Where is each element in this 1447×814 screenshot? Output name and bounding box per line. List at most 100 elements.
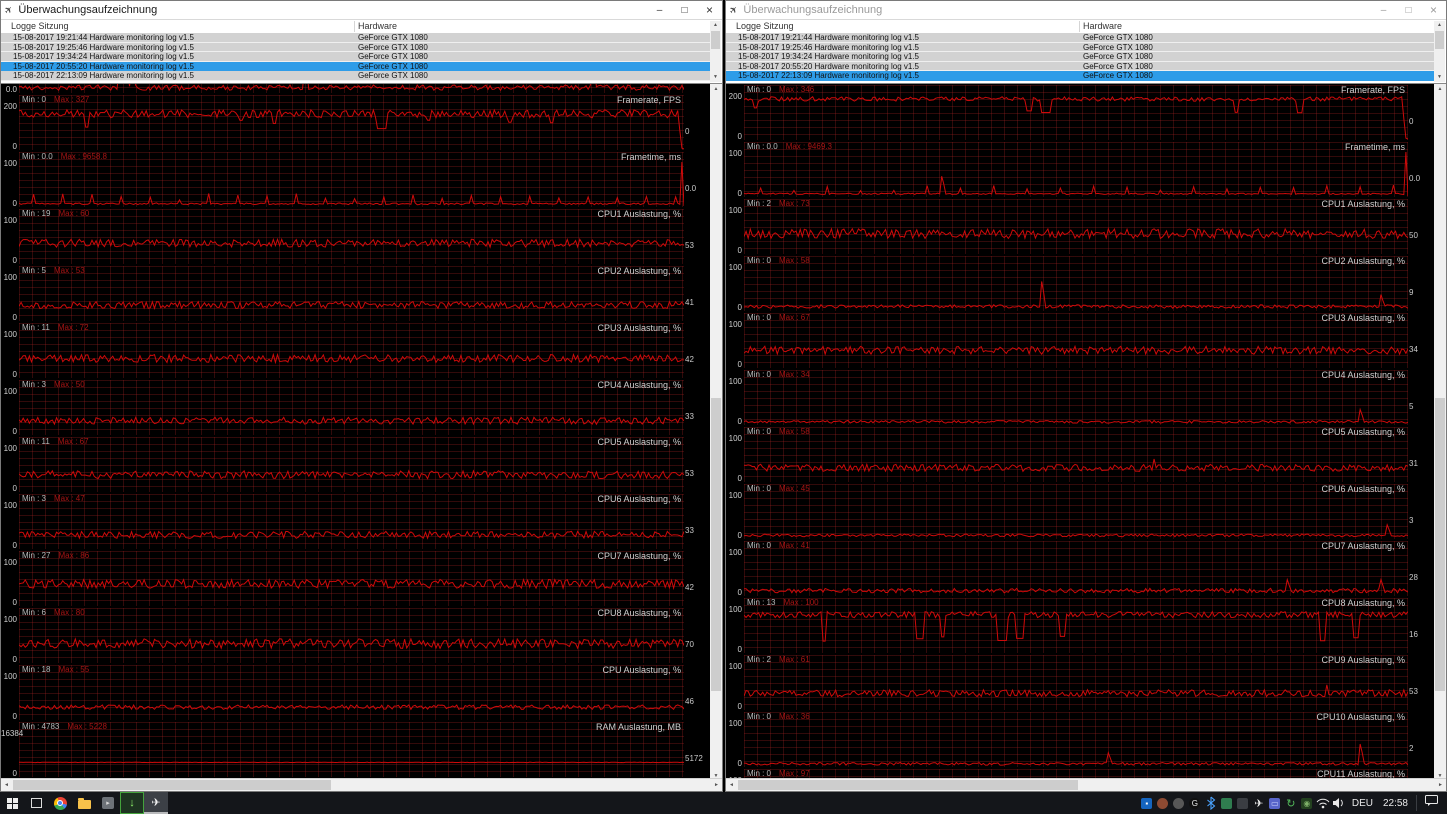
axis-max-label: 100 (728, 548, 742, 557)
chart-title: Framerate, FPS (616, 95, 681, 105)
scroll-down-icon[interactable]: ▼ (710, 73, 721, 82)
max-label: Max : 58 (779, 256, 810, 265)
horizontal-scrollbar[interactable]: ◄ ► (726, 778, 1446, 791)
logitech-g-icon[interactable]: G (1187, 792, 1203, 814)
column-header-session[interactable]: Logge Sitzung (11, 21, 69, 31)
bluetooth-icon[interactable] (1203, 792, 1219, 814)
session-list-header[interactable]: Logge Sitzung Hardware (726, 20, 1434, 34)
scroll-down-icon[interactable]: ▼ (1434, 73, 1445, 82)
column-header-session[interactable]: Logge Sitzung (736, 21, 794, 31)
tray-red-app-icon[interactable] (1155, 792, 1171, 814)
horizontal-scrollbar[interactable]: ◄ ► (1, 778, 722, 791)
current-value: 0.0 (685, 184, 697, 193)
hardware-cell: GeForce GTX 1080 (1083, 33, 1153, 42)
axis-max-label: 200 (3, 102, 17, 111)
max-label: Max : 9658.8 (60, 152, 107, 161)
column-header-hardware[interactable]: Hardware (1083, 21, 1122, 31)
titlebar[interactable]: ✈ Überwachungsaufzeichnung – □ × (726, 1, 1446, 19)
scroll-thumb[interactable] (711, 398, 721, 692)
maximize-button[interactable]: □ (672, 1, 697, 19)
axis-max-label: 100 (728, 491, 742, 500)
session-row[interactable]: 15-08-2017 19:21:44 Hardware monitoring … (726, 33, 1434, 43)
scroll-thumb[interactable] (1435, 398, 1445, 692)
taskbar-app-button[interactable]: ▸ (96, 792, 120, 814)
minimize-button[interactable]: – (647, 1, 672, 19)
taskbar-explorer-button[interactable] (72, 792, 96, 814)
session-row[interactable]: 15-08-2017 19:21:44 Hardware monitoring … (1, 33, 710, 43)
tray-dark-app-icon[interactable] (1235, 792, 1251, 814)
graph-scrollbar[interactable]: ▲ ▼ (1434, 84, 1446, 782)
axis-max-label: 100 (3, 615, 17, 624)
maximize-button[interactable]: □ (1396, 1, 1421, 19)
scroll-up-icon[interactable]: ▲ (1434, 84, 1446, 95)
chart-strip: Min : 6 Max : 80 CPU8 Auslastung, % 100 0 70 (1, 607, 710, 664)
scroll-thumb[interactable] (738, 780, 1078, 790)
minmax-label: Min : 0 Max : 97 (747, 769, 810, 778)
scroll-thumb[interactable] (1435, 31, 1444, 49)
session-cell: 15-08-2017 19:34:24 Hardware monitoring … (13, 52, 195, 62)
taskbar-clock[interactable]: 22:58 (1378, 798, 1413, 809)
chart-title: CPU7 Auslastung, % (1321, 541, 1405, 551)
current-value: 2 (1409, 744, 1414, 753)
minimize-button[interactable]: – (1371, 1, 1396, 19)
axis-min-label: 0 (737, 474, 742, 483)
chart-title: CPU8 Auslastung, % (597, 608, 681, 618)
axis-min-label: 0 (737, 417, 742, 426)
max-label: Max : 67 (57, 437, 89, 446)
graph-scrollbar[interactable]: ▲ ▼ (710, 84, 722, 782)
scroll-up-icon[interactable]: ▲ (1434, 21, 1445, 30)
axis-max-label: 100 (728, 662, 742, 671)
titlebar[interactable]: ✈ Überwachungsaufzeichnung – □ × (1, 1, 722, 19)
column-divider[interactable] (354, 21, 355, 32)
start-button[interactable] (0, 792, 24, 814)
session-row[interactable]: 15-08-2017 19:34:24 Hardware monitoring … (726, 52, 1434, 62)
taskbar-chrome-button[interactable] (48, 792, 72, 814)
max-label: Max : 36 (779, 712, 810, 721)
scroll-right-icon[interactable]: ► (1435, 779, 1446, 791)
tray-monitor-app-icon[interactable]: ▭ (1267, 792, 1283, 814)
tray-nvidia-app-icon[interactable]: ◉ (1299, 792, 1315, 814)
session-list: Logge Sitzung Hardware 15-08-2017 19:21:… (726, 19, 1446, 84)
session-row[interactable]: 15-08-2017 22:13:09 Hardware monitoring … (1, 71, 710, 81)
scroll-left-icon[interactable]: ◄ (726, 779, 737, 791)
session-list-header[interactable]: Logge Sitzung Hardware (1, 20, 710, 34)
sync-icon[interactable]: ↻ (1283, 792, 1299, 814)
session-row[interactable]: 15-08-2017 19:34:24 Hardware monitoring … (1, 52, 710, 62)
close-button[interactable]: × (697, 1, 722, 19)
afterburner-plane-icon[interactable]: ✈ (1251, 792, 1267, 814)
scroll-left-icon[interactable]: ◄ (1, 779, 12, 791)
min-label: Min : 27 (22, 551, 51, 560)
scroll-up-icon[interactable]: ▲ (710, 21, 721, 30)
scroll-thumb[interactable] (711, 31, 720, 49)
axis-min-label: 0 (12, 370, 17, 379)
session-row[interactable]: 15-08-2017 19:25:46 Hardware monitoring … (726, 42, 1434, 53)
action-center-icon[interactable] (1424, 793, 1439, 813)
session-row[interactable]: 15-08-2017 20:55:20 Hardware monitoring … (726, 61, 1434, 72)
network-icon[interactable] (1315, 792, 1331, 814)
language-indicator[interactable]: DEU (1347, 798, 1378, 809)
column-header-hardware[interactable]: Hardware (358, 21, 397, 31)
scroll-right-icon[interactable]: ► (711, 779, 722, 791)
session-row[interactable]: 15-08-2017 20:55:20 Hardware monitoring … (1, 61, 710, 72)
taskbar-download-app-button[interactable]: ↓ (120, 792, 144, 814)
current-value: 70 (685, 640, 694, 649)
scroll-up-icon[interactable]: ▲ (710, 84, 722, 95)
list-scrollbar[interactable]: ▲ ▼ (710, 21, 721, 82)
task-view-button[interactable] (24, 792, 48, 814)
axis-max-label: 100 (728, 434, 742, 443)
chart-plot (19, 722, 684, 777)
taskbar-monitoring-app-button[interactable]: ✈ (144, 792, 168, 814)
list-scrollbar[interactable]: ▲ ▼ (1434, 21, 1445, 82)
close-button[interactable]: × (1421, 1, 1446, 19)
window-title: Überwachungsaufzeichnung (18, 4, 158, 16)
tray-gray-app-icon[interactable] (1171, 792, 1187, 814)
session-row[interactable]: 15-08-2017 22:13:09 Hardware monitoring … (726, 71, 1434, 81)
tray-blue-app-icon[interactable]: ▪ (1139, 792, 1155, 814)
session-row[interactable]: 15-08-2017 19:25:46 Hardware monitoring … (1, 42, 710, 53)
scroll-thumb[interactable] (13, 780, 331, 790)
column-divider[interactable] (1079, 21, 1080, 32)
volume-icon[interactable] (1331, 792, 1347, 814)
chart-strip: Min : 27 Max : 86 CPU7 Auslastung, % 100 0 42 (1, 550, 710, 607)
tray-green-app-icon[interactable] (1219, 792, 1235, 814)
min-label: Min : 0.0 (747, 142, 778, 151)
